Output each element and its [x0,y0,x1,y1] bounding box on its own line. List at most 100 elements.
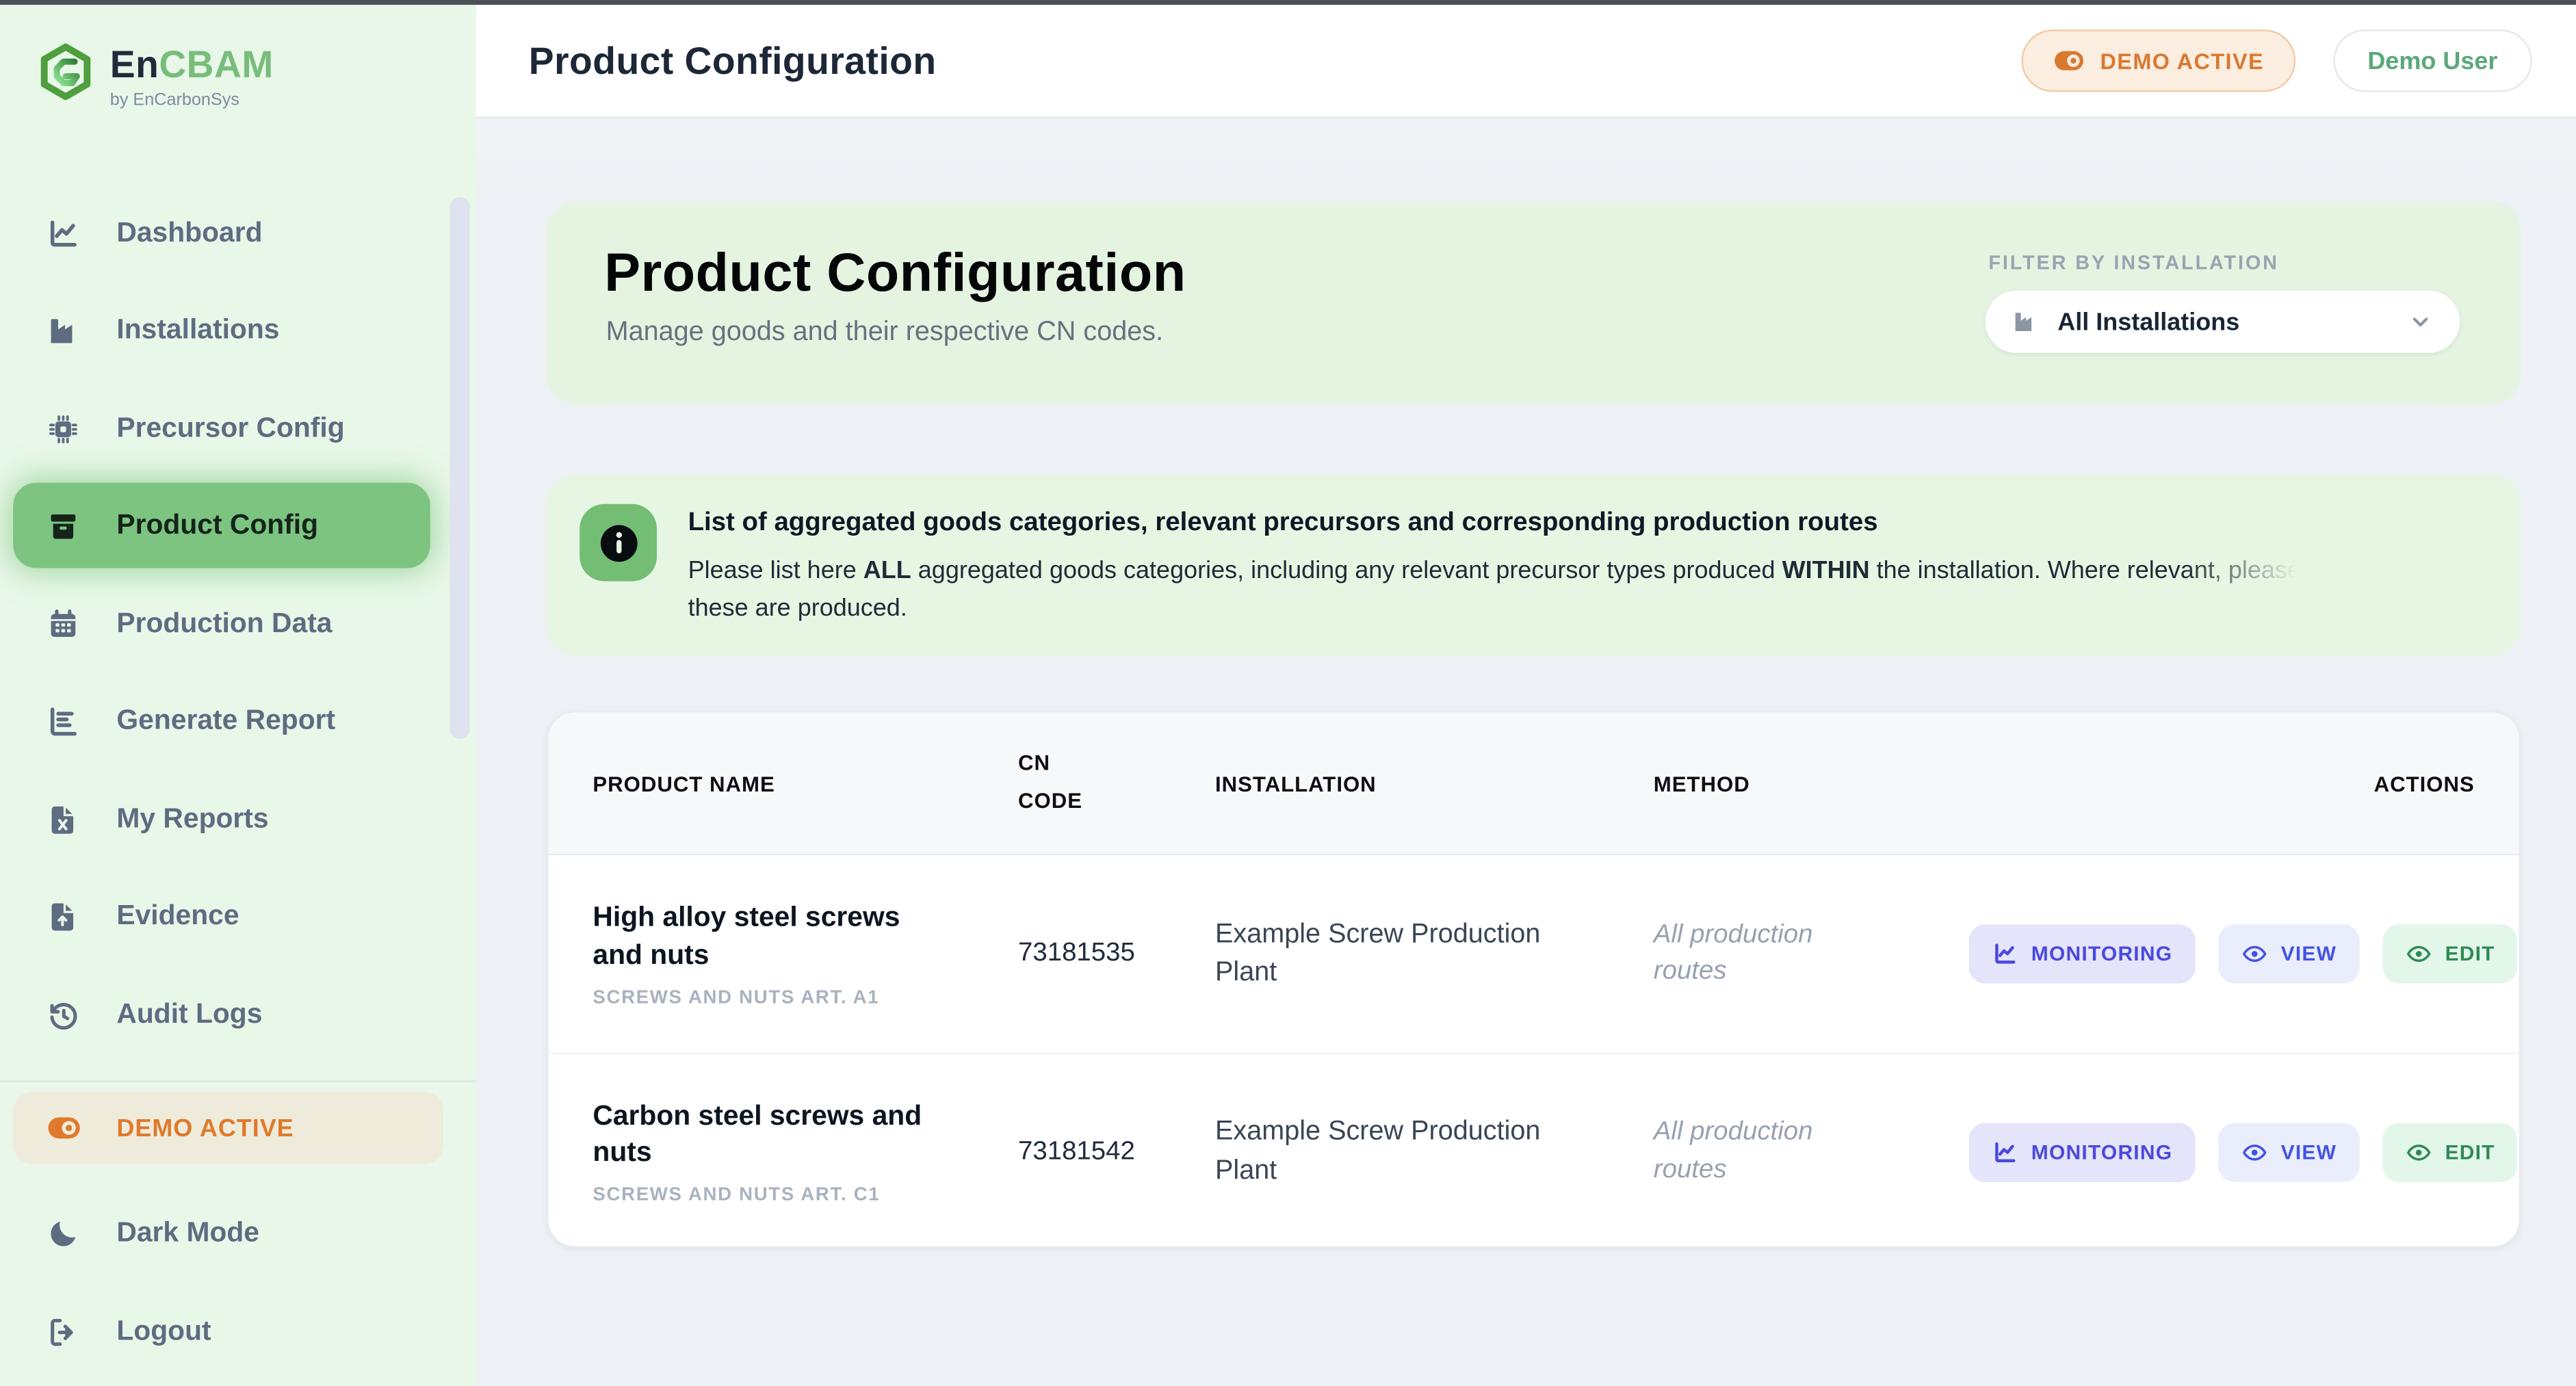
installation-value: Example Screw Production Plant [1215,916,1576,992]
hero-title: Product Configuration [604,241,1186,304]
hero-subtitle: Manage goods and their respective CN cod… [606,317,1164,348]
filter-selected-value: All Installations [2057,308,2239,336]
eye-icon [2241,941,2267,967]
package-icon [46,508,80,542]
monitoring-button[interactable]: MONITORING [1969,924,2196,983]
app-header: Product Configuration DEMO ACTIVE Demo U… [476,5,2576,118]
brand-name-primary: En [110,42,159,84]
main-content: Product Configuration DEMO ACTIVE Demo U… [476,5,2576,1386]
microchip-icon [46,411,80,445]
file-excel-icon [46,802,80,836]
factory-icon [46,313,80,347]
sidebar-item-label: Installations [116,313,279,346]
installation-filter: FILTER BY INSTALLATION All Installations [1986,251,2460,353]
table-row: High alloy steel screws and nuts SCREWS … [549,855,2519,1052]
column-installation: INSTALLATION [1215,771,1654,796]
brand-name-secondary: CBAM [159,42,274,84]
header-demo-label: DEMO ACTIVE [2100,49,2264,73]
brand-tagline: by EnCarbonSys [110,90,274,109]
cn-code-value: 73181535 [1018,939,1215,969]
table-header-row: PRODUCT NAME CN CODE INSTALLATION METHOD… [549,713,2519,856]
monitoring-button[interactable]: MONITORING [1969,1122,2196,1181]
sidebar-item-label: Dashboard [116,217,262,250]
chart-line-icon [1992,1138,2018,1164]
product-subcode: SCREWS AND NUTS ART. A1 [593,989,946,1008]
installation-filter-dropdown[interactable]: All Installations [1986,291,2460,353]
sidebar-item-installations[interactable]: Installations [13,294,430,367]
product-subcode: SCREWS AND NUTS ART. C1 [593,1186,946,1206]
sidebar-item-label: My Reports [116,803,268,836]
column-method: METHOD [1654,771,1969,796]
sidebar-item-label: Audit Logs [116,998,262,1031]
sidebar-item-dark-mode[interactable]: Dark Mode [13,1197,430,1270]
sidebar-item-precursor-config[interactable]: Precursor Config [13,393,430,465]
eye-icon [2241,1138,2267,1164]
toggle-on-icon [2053,44,2085,77]
eye-icon [2406,941,2432,967]
sidebar-item-production-data[interactable]: Production Data [13,588,430,660]
installation-value: Example Screw Production Plant [1215,1114,1576,1190]
window-top-strip [0,0,2576,5]
banner-heading: List of aggregated goods categories, rel… [688,509,2486,538]
product-name: Carbon steel screws and nuts [593,1098,946,1172]
page-title: Product Configuration [529,38,937,83]
brand-text: EnCBAM by EnCarbonSys [110,45,274,109]
banner-text: List of aggregated goods categories, rel… [688,509,2486,623]
column-cn-code: CN CODE [1018,746,1097,820]
sidebar-item-label: Precursor Config [116,412,344,445]
info-banner: List of aggregated goods categories, rel… [547,475,2521,655]
sidebar-item-label: Product Config [116,509,318,542]
sidebar-item-dashboard[interactable]: Dashboard [13,197,430,270]
sidebar-item-evidence[interactable]: Evidence [13,880,430,952]
chevron-down-icon [2407,309,2433,335]
report-bars-icon [46,703,80,737]
cn-code-value: 73181542 [1018,1137,1215,1166]
factory-icon [2012,309,2038,335]
view-button[interactable]: VIEW [2218,1122,2359,1181]
sidebar-item-generate-report[interactable]: Generate Report [13,685,430,757]
sidebar-item-label: Generate Report [116,705,335,737]
user-name: Demo User [2367,47,2497,75]
sidebar-scrollbar-thumb[interactable] [450,197,470,739]
banner-body-line1: Please list here ALL aggregated goods ca… [688,557,2314,585]
info-icon-badge [580,504,657,581]
product-name: High alloy steel screws and nuts [593,900,946,973]
sidebar-item-product-config[interactable]: Product Config [13,483,430,568]
history-icon [46,997,80,1032]
page-body: Product Configuration Manage goods and t… [476,120,2576,1386]
banner-body-line2: these are produced. [688,594,2486,623]
sidebar-item-label: Evidence [116,900,239,932]
brand-logo: EnCBAM by EnCarbonSys [36,40,274,115]
sidebar-item-audit-logs[interactable]: Audit Logs [13,978,430,1051]
eye-icon [2406,1138,2432,1164]
method-value: All production routes [1654,917,1859,991]
moon-icon [46,1216,80,1250]
sidebar-divider [0,1080,476,1082]
method-value: All production routes [1654,1115,1859,1188]
edit-button[interactable]: EDIT [2382,1122,2518,1181]
toggle-on-icon [46,1110,82,1146]
logout-icon [46,1314,80,1348]
info-icon [595,520,641,566]
user-menu-button[interactable]: Demo User [2333,29,2532,92]
sidebar-item-logout[interactable]: Logout [13,1296,430,1368]
file-upload-icon [46,899,80,933]
encbam-logo-icon [36,40,95,115]
sidebar-item-my-reports[interactable]: My Reports [13,783,430,856]
sidebar-item-label: Dark Mode [116,1216,259,1249]
hero-card: Product Configuration Manage goods and t… [547,202,2521,404]
app-window: EnCBAM by EnCarbonSys Dashboard Installa… [0,0,2576,1386]
sidebar-item-label: Logout [116,1315,211,1348]
view-button[interactable]: VIEW [2218,924,2359,983]
sidebar-demo-toggle[interactable]: DEMO ACTIVE [13,1092,443,1164]
chart-line-icon [46,216,80,250]
filter-label: FILTER BY INSTALLATION [1988,251,2460,274]
chart-line-icon [1992,941,2018,967]
header-demo-badge[interactable]: DEMO ACTIVE [2021,29,2295,92]
edit-button[interactable]: EDIT [2382,924,2518,983]
sidebar-item-label: Production Data [116,607,332,640]
column-product-name: PRODUCT NAME [593,771,1018,796]
table-row: Carbon steel screws and nuts SCREWS AND … [549,1052,2519,1248]
calendar-icon [46,607,80,641]
column-actions: ACTIONS [2374,771,2475,796]
